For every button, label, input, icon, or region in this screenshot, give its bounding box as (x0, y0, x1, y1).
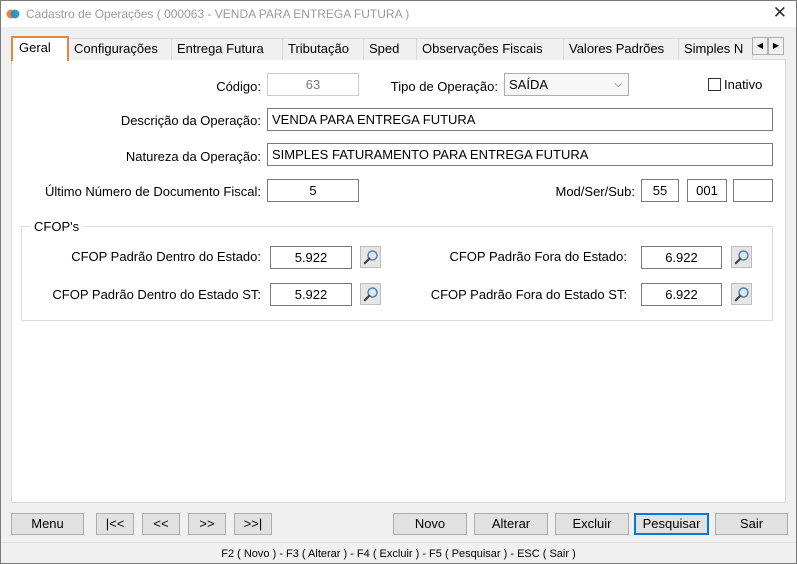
status-bar-shortcuts: F2 ( Novo ) - F3 ( Alterar ) - F4 ( Excl… (221, 548, 576, 560)
codigo-label: Código: (216, 79, 261, 94)
tab-configuracoes[interactable]: Configurações (68, 38, 179, 60)
tipo-operacao-value: SAÍDA (509, 77, 549, 92)
operations-window: Cadastro de Operações ( 000063 - VENDA P… (0, 0, 797, 564)
descricao-label: Descrição da Operação: (120, 113, 261, 128)
title-bar: Cadastro de Operações ( 000063 - VENDA P… (1, 1, 796, 27)
search-icon (363, 287, 378, 302)
tab-simples-nacional[interactable]: Simples N (678, 38, 753, 60)
pesquisar-button[interactable]: Pesquisar (634, 513, 709, 535)
tipo-operacao-select[interactable]: SAÍDA ⌵ (504, 73, 629, 96)
excluir-button[interactable]: Excluir (555, 513, 629, 535)
natureza-label: Natureza da Operação: (125, 149, 261, 164)
status-divider (1, 542, 796, 543)
previous-record-button[interactable]: << (142, 513, 180, 535)
cfop-fora-st-field[interactable]: 6.922 (641, 283, 722, 306)
ultimo-numero-field[interactable]: 5 (267, 179, 359, 202)
cfop-dentro-label: CFOP Padrão Dentro do Estado: (71, 249, 261, 264)
codigo-field[interactable]: 63 (267, 73, 359, 96)
tab-tributacao[interactable]: Tributação (282, 38, 364, 60)
subserie-field[interactable] (733, 179, 773, 202)
window-title: Cadastro de Operações ( 000063 - VENDA P… (26, 7, 410, 21)
next-record-button[interactable]: >> (188, 513, 226, 535)
alterar-button[interactable]: Alterar (474, 513, 548, 535)
tab-sped[interactable]: Sped (363, 38, 417, 60)
tab-valores-padroes[interactable]: Valores Padrões (563, 38, 679, 60)
novo-button[interactable]: Novo (393, 513, 467, 535)
chevron-down-icon: ⌵ (614, 79, 622, 90)
tipo-operacao-label: Tipo de Operação: (390, 79, 498, 94)
cfop-fora-field[interactable]: 6.922 (641, 246, 722, 269)
last-record-button[interactable]: >>| (234, 513, 272, 535)
cfop-dentro-st-search-button[interactable] (360, 283, 381, 305)
cfop-fora-search-button[interactable] (731, 246, 752, 268)
tab-geral[interactable]: Geral (11, 36, 69, 61)
modelo-field[interactable]: 55 (641, 179, 679, 202)
search-icon (734, 287, 749, 302)
tab-scroll-left-icon[interactable]: ◀ (752, 37, 768, 55)
tab-entrega-futura[interactable]: Entrega Futura (171, 38, 283, 60)
cfop-dentro-st-field[interactable]: 5.922 (270, 283, 352, 306)
ultimo-numero-label: Último Número de Documento Fiscal: (44, 184, 261, 199)
tab-scroll-right-icon[interactable]: ▶ (768, 37, 784, 55)
cfop-fora-st-search-button[interactable] (731, 283, 752, 305)
inativo-label: Inativo (724, 77, 763, 92)
mod-ser-sub-label: Mod/Ser/Sub: (555, 184, 636, 199)
cfop-group (21, 226, 773, 321)
serie-field[interactable]: 001 (687, 179, 727, 202)
cfop-dentro-st-label: CFOP Padrão Dentro do Estado ST: (52, 287, 261, 302)
cfop-group-title: CFOP's (30, 219, 84, 234)
inativo-checkbox[interactable] (708, 78, 721, 91)
menu-button[interactable]: Menu (11, 513, 84, 535)
descricao-field[interactable]: VENDA PARA ENTREGA FUTURA (267, 108, 773, 131)
tab-observacoes-fiscais[interactable]: Observações Fiscais (416, 38, 564, 60)
cfop-dentro-field[interactable]: 5.922 (270, 246, 352, 269)
search-icon (363, 250, 378, 265)
search-icon (734, 250, 749, 265)
close-icon[interactable]: ✕ (773, 4, 787, 22)
first-record-button[interactable]: |<< (96, 513, 134, 535)
app-logo-icon (6, 9, 20, 19)
natureza-field[interactable]: SIMPLES FATURAMENTO PARA ENTREGA FUTURA (267, 143, 773, 166)
cfop-fora-st-label: CFOP Padrão Fora do Estado ST: (430, 287, 627, 302)
tab-strip: Geral Configurações Entrega Futura Tribu… (11, 36, 786, 61)
cfop-dentro-search-button[interactable] (360, 246, 381, 268)
cfop-fora-label: CFOP Padrão Fora do Estado: (449, 249, 627, 264)
sair-button[interactable]: Sair (715, 513, 788, 535)
